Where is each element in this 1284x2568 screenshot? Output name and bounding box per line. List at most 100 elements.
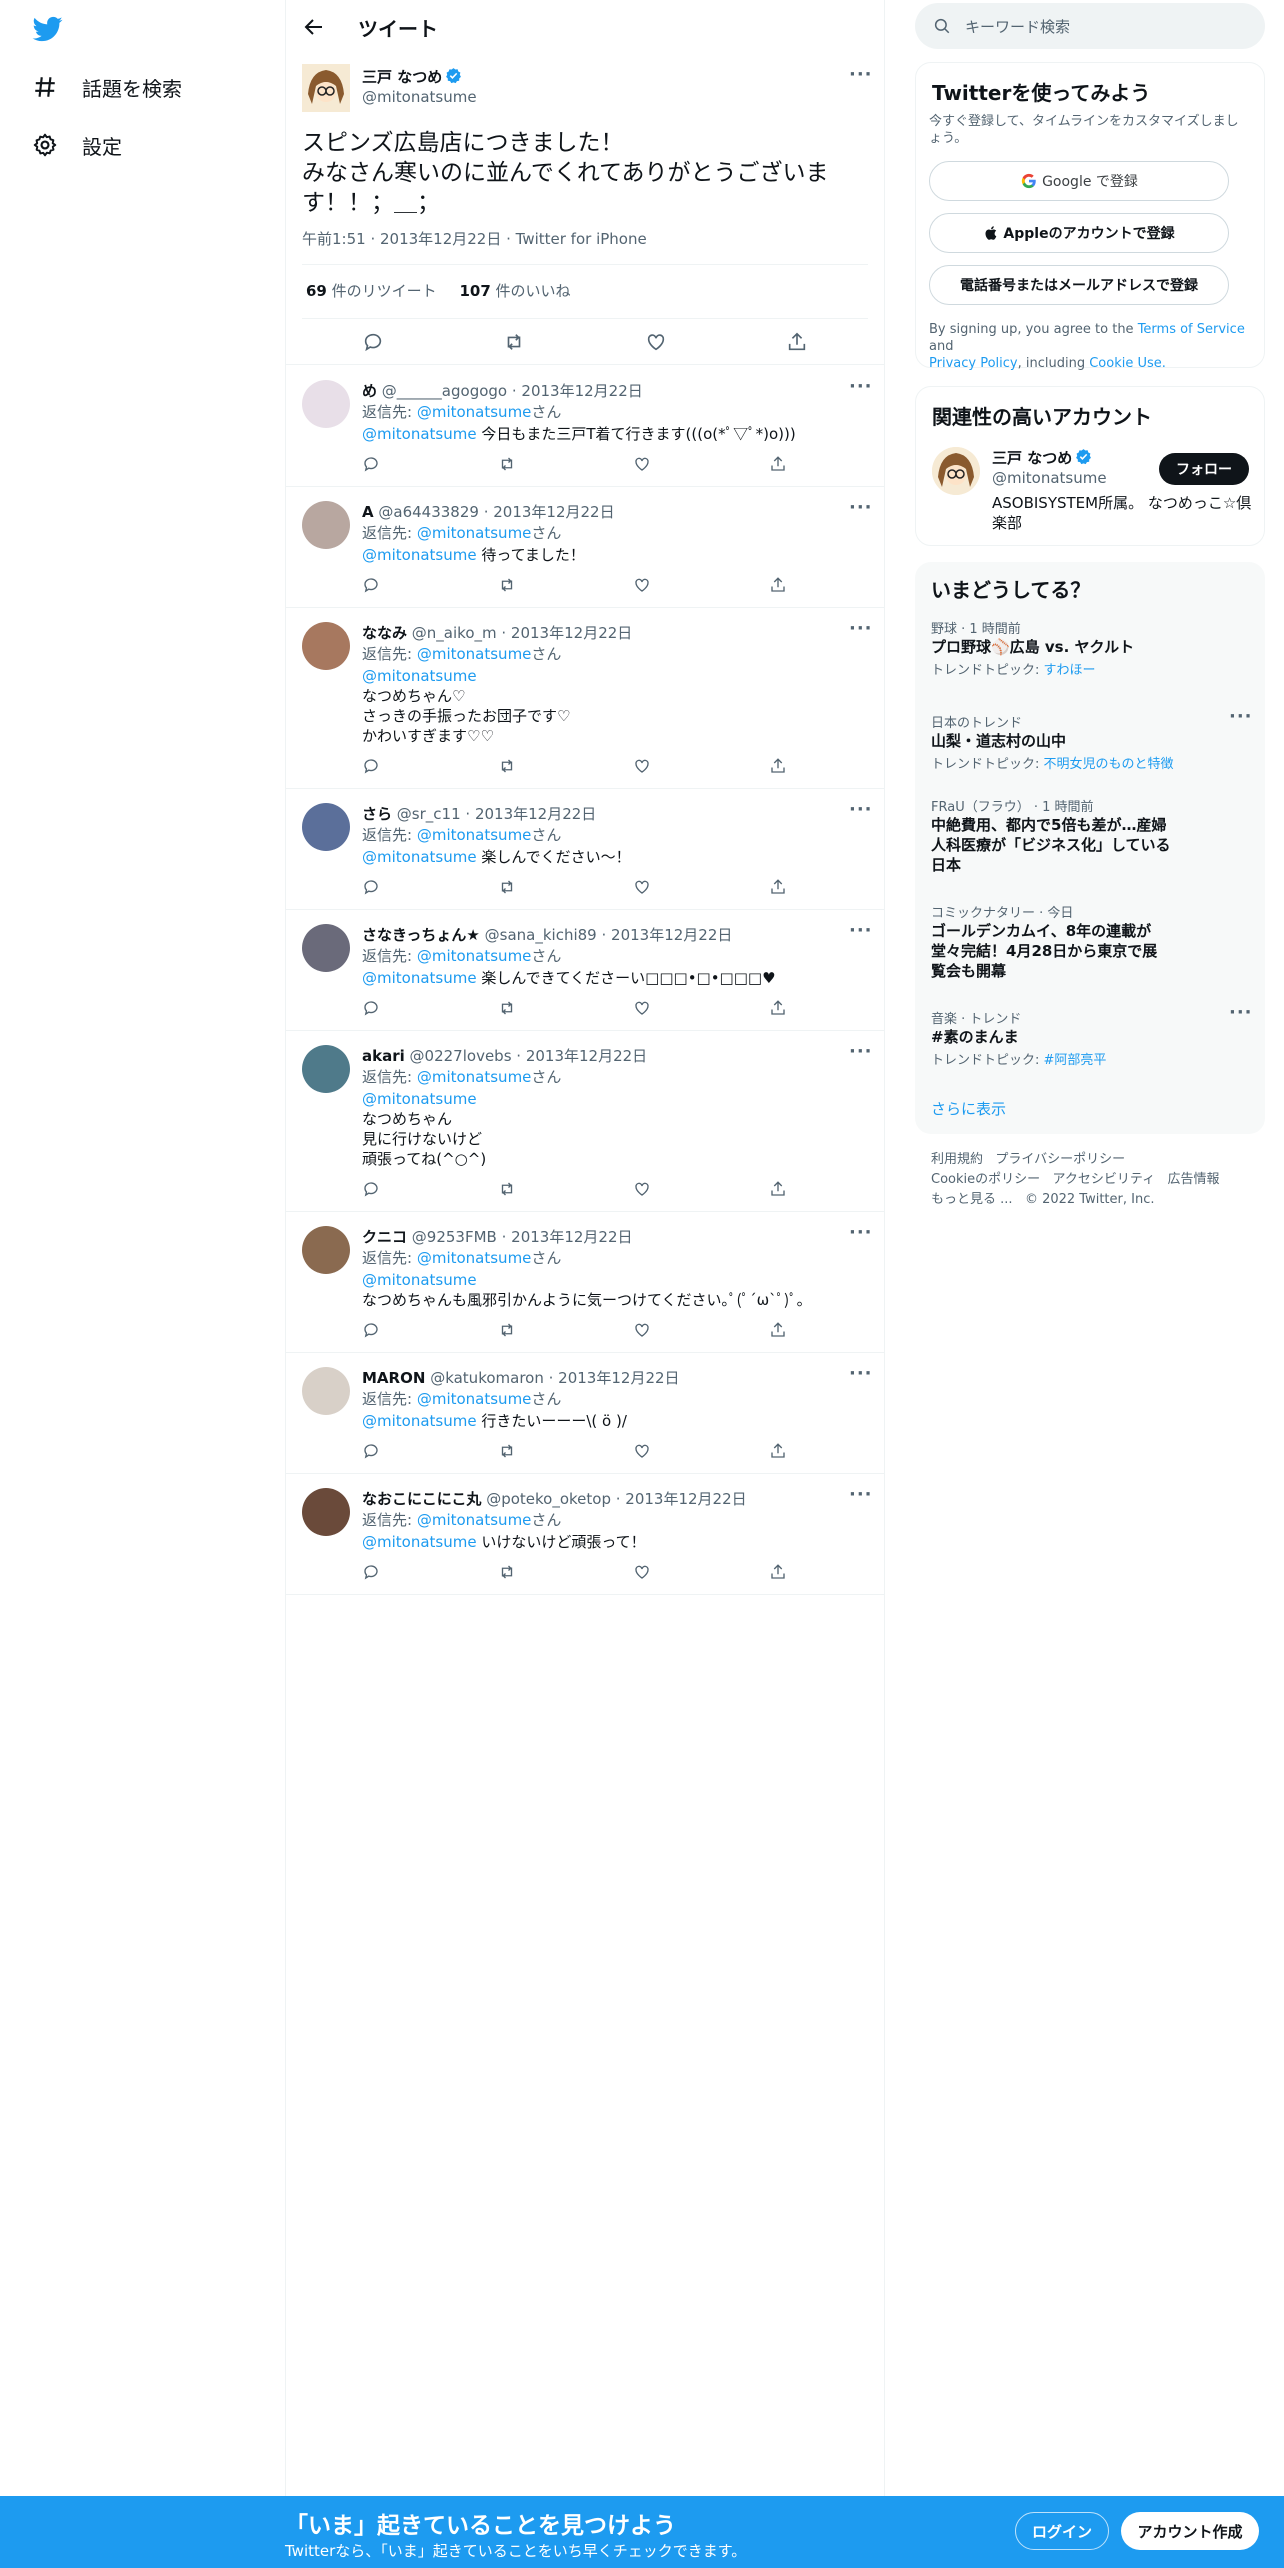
like-icon[interactable] xyxy=(633,455,651,473)
trend-item[interactable]: 野球 · 1 時間前 プロ野球⚾広島 vs. ヤクルト トレンドトピック: すわほー xyxy=(931,618,1251,678)
more-options-icon[interactable]: ··· xyxy=(1229,1002,1253,1023)
trend-topic-link[interactable]: 不明女児のものと特徴 xyxy=(1044,757,1174,772)
tweet-handle[interactable]: @mitonatsume xyxy=(362,88,477,106)
like-icon[interactable] xyxy=(633,757,651,775)
share-icon[interactable] xyxy=(786,331,808,353)
reply-tweet[interactable]: クニコ @9253FMB · 2013年12月22日 ··· 返信先: @miton… xyxy=(286,1212,884,1353)
share-icon[interactable] xyxy=(769,1321,787,1339)
reply-author-name[interactable]: A xyxy=(362,503,374,521)
reply-author-handle[interactable]: @9253FMB xyxy=(412,1228,497,1246)
more-options-icon[interactable]: ··· xyxy=(1229,706,1253,727)
avatar[interactable] xyxy=(302,924,350,972)
retweet-icon[interactable] xyxy=(498,999,516,1017)
reply-to-mention[interactable]: @mitonatsume xyxy=(417,1511,532,1529)
reply-author-handle[interactable]: @poteko_oketop xyxy=(486,1490,611,1508)
reply-to-mention[interactable]: @mitonatsume xyxy=(417,826,532,844)
retweet-icon[interactable] xyxy=(498,878,516,896)
reply-icon[interactable] xyxy=(362,331,384,353)
more-options-icon[interactable]: ··· xyxy=(849,1041,873,1062)
trend-item[interactable]: FRaU（フラウ） · 1 時間前 中絶費用、都内で5倍も差が…産婦人科医療が「ビ… xyxy=(931,796,1251,875)
trend-item[interactable]: 音楽 · トレンド #素のまんま トレンドトピック: #阿部亮平 ··· xyxy=(931,1002,1252,1068)
retweet-icon[interactable] xyxy=(498,455,516,473)
reply-author-handle[interactable]: @0227lovebs xyxy=(410,1047,512,1065)
footer-link[interactable]: もっと見る ... xyxy=(931,1192,1013,1207)
tweet-timestamp[interactable]: 午前1:51 · 2013年12月22日 · Twitter for iPhon… xyxy=(302,228,647,249)
follow-button[interactable]: フォロー xyxy=(1159,453,1249,485)
reply-icon[interactable] xyxy=(362,1563,380,1581)
cookie-use-link[interactable]: Cookie Use. xyxy=(1089,356,1166,371)
reply-author-name[interactable]: め xyxy=(362,382,377,400)
share-icon[interactable] xyxy=(769,878,787,896)
like-icon[interactable] xyxy=(633,1321,651,1339)
reply-author-handle[interactable]: @katukomaron xyxy=(430,1369,544,1387)
reply-author-name[interactable]: クニコ xyxy=(362,1228,407,1246)
reply-author-handle[interactable]: @sr_c11 xyxy=(397,805,461,823)
privacy-policy-link[interactable]: Privacy Policy xyxy=(929,356,1018,371)
reply-date[interactable]: · 2013年12月22日 xyxy=(516,1047,647,1065)
reply-author-name[interactable]: さら xyxy=(362,805,392,823)
retweet-count[interactable]: 69 件のリツイート xyxy=(306,282,437,300)
reply-author-name[interactable]: ななみ xyxy=(362,624,407,642)
more-options-icon[interactable]: ··· xyxy=(849,799,873,820)
footer-link[interactable]: 広告情報 xyxy=(1168,1172,1220,1187)
retweet-icon[interactable] xyxy=(498,1442,516,1460)
reply-author-name[interactable]: akari xyxy=(362,1047,405,1065)
reply-author-handle[interactable]: @a64433829 xyxy=(378,503,479,521)
more-options-icon[interactable]: ··· xyxy=(849,1222,873,1243)
signup-button[interactable]: アカウント作成 xyxy=(1121,2512,1259,2550)
reply-date[interactable]: · 2013年12月22日 xyxy=(502,1228,633,1246)
share-icon[interactable] xyxy=(769,576,787,594)
reply-icon[interactable] xyxy=(362,455,380,473)
retweet-icon[interactable] xyxy=(498,757,516,775)
reply-to-mention[interactable]: @mitonatsume xyxy=(417,524,532,542)
related-handle[interactable]: @mitonatsume xyxy=(992,469,1107,487)
like-icon[interactable] xyxy=(633,1180,651,1198)
reply-icon[interactable] xyxy=(362,1180,380,1198)
reply-to-mention[interactable]: @mitonatsume xyxy=(417,403,532,421)
reply-to-mention[interactable]: @mitonatsume xyxy=(417,645,532,663)
tweet-author[interactable]: 三戸 なつめ xyxy=(362,66,462,87)
reply-date[interactable]: · 2013年12月22日 xyxy=(616,1490,747,1508)
share-icon[interactable] xyxy=(769,757,787,775)
avatar[interactable] xyxy=(302,501,350,549)
retweet-icon[interactable] xyxy=(498,576,516,594)
like-icon[interactable] xyxy=(633,576,651,594)
reply-tweet[interactable]: akari @0227lovebs · 2013年12月22日 ··· 返信先: @… xyxy=(286,1031,884,1212)
more-options-icon[interactable]: ··· xyxy=(849,497,873,518)
trend-topic-link[interactable]: #阿部亮平 xyxy=(1044,1053,1107,1068)
share-icon[interactable] xyxy=(769,1180,787,1198)
search-box[interactable]: キーワード検索 xyxy=(915,3,1265,49)
avatar[interactable] xyxy=(302,1367,350,1415)
avatar[interactable] xyxy=(302,64,350,112)
reply-tweet[interactable]: さら @sr_c11 · 2013年12月22日 ··· 返信先: @mitonat… xyxy=(286,789,884,910)
phone-email-signup-button[interactable]: 電話番号またはメールアドレスで登録 xyxy=(929,265,1229,305)
share-icon[interactable] xyxy=(769,1563,787,1581)
mention-link[interactable]: @mitonatsume xyxy=(362,546,477,564)
mention-link[interactable]: @mitonatsume xyxy=(362,1533,477,1551)
reply-tweet[interactable]: なおこにこにこ丸 @poteko_oketop · 2013年12月22日 ···… xyxy=(286,1474,884,1595)
share-icon[interactable] xyxy=(769,1442,787,1460)
twitter-logo-icon[interactable] xyxy=(30,14,66,44)
mention-link[interactable]: @mitonatsume xyxy=(362,848,477,866)
related-name-row[interactable]: 三戸 なつめ xyxy=(992,447,1092,468)
avatar[interactable] xyxy=(302,622,350,670)
retweet-icon[interactable] xyxy=(498,1180,516,1198)
avatar[interactable] xyxy=(302,1488,350,1536)
footer-link[interactable]: アクセシビリティ xyxy=(1053,1172,1156,1187)
reply-to-mention[interactable]: @mitonatsume xyxy=(417,1068,532,1086)
avatar[interactable] xyxy=(302,380,350,428)
more-options-icon[interactable]: ··· xyxy=(849,618,873,639)
reply-tweet[interactable]: A @a64433829 · 2013年12月22日 ··· 返信先: @miton… xyxy=(286,487,884,608)
reply-to-mention[interactable]: @mitonatsume xyxy=(417,1390,532,1408)
reply-author-handle[interactable]: @sana_kichi89 xyxy=(485,926,597,944)
apple-signup-button[interactable]: Appleのアカウントで登録 xyxy=(929,213,1229,253)
trend-item[interactable]: 日本のトレンド 山梨・道志村の山中 トレンドトピック: 不明女児のものと特徴 ··· xyxy=(931,706,1252,772)
like-icon[interactable] xyxy=(633,1442,651,1460)
more-options-icon[interactable]: ··· xyxy=(849,1484,873,1505)
avatar[interactable] xyxy=(302,803,350,851)
reply-date[interactable]: · 2013年12月22日 xyxy=(484,503,615,521)
reply-icon[interactable] xyxy=(362,1442,380,1460)
mention-link[interactable]: @mitonatsume xyxy=(362,425,477,443)
like-count[interactable]: 107 件のいいね xyxy=(459,282,570,300)
like-icon[interactable] xyxy=(633,1563,651,1581)
